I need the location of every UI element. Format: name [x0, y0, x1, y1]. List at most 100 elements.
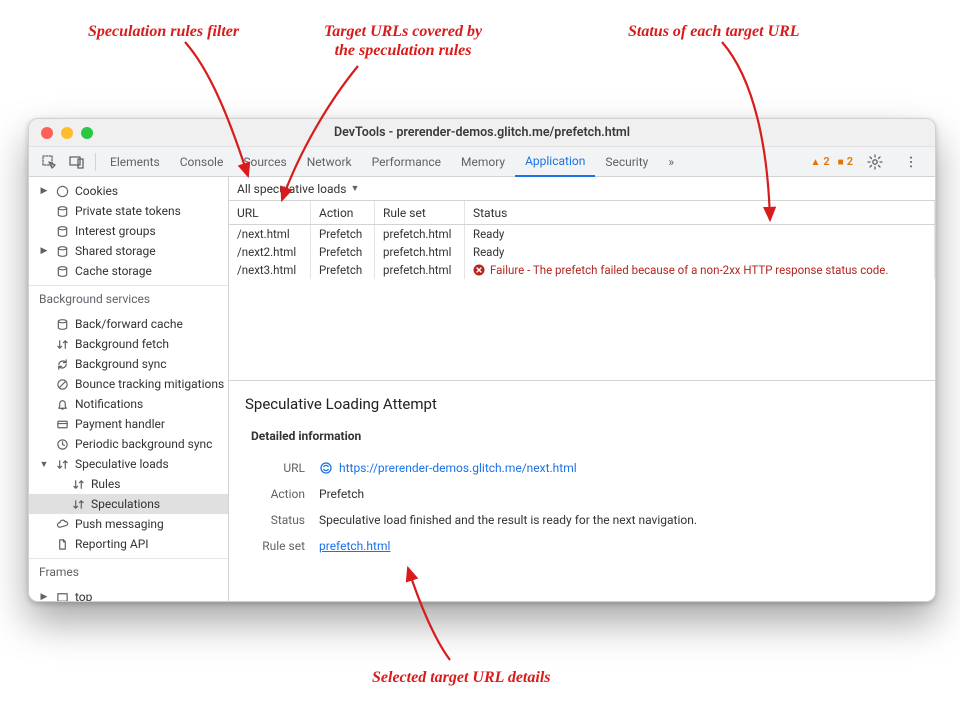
frame-icon [55, 590, 69, 601]
annotation-filter: Speculation rules filter [88, 22, 239, 41]
grid-body: /next.html Prefetch prefetch.html Ready … [229, 225, 935, 381]
tab-sources[interactable]: Sources [233, 147, 296, 177]
cell-ruleset: prefetch.html [375, 243, 465, 261]
sidebar-item-frame-top[interactable]: ▶ top [29, 587, 228, 601]
clock-icon [55, 437, 69, 451]
database-icon [55, 224, 69, 238]
gear-icon[interactable] [866, 153, 884, 171]
sidebar-item-label: Push messaging [75, 517, 164, 531]
warnings-badge-2[interactable]: 2 [838, 155, 853, 168]
sidebar-item-label: top [75, 590, 92, 601]
table-row[interactable]: /next.html Prefetch prefetch.html Ready [229, 225, 935, 243]
cell-url: /next3.html [229, 261, 311, 279]
detail-label: Rule set [251, 539, 305, 553]
document-icon [55, 537, 69, 551]
detail-ruleset-link[interactable]: prefetch.html [319, 539, 390, 553]
cell-ruleset: prefetch.html [375, 261, 465, 279]
cell-status: Ready [465, 225, 935, 243]
detail-pane: Speculative Loading Attempt Detailed inf… [229, 381, 935, 601]
annotation-details: Selected target URL details [372, 668, 550, 687]
error-icon [473, 264, 485, 276]
titlebar: DevTools - prerender-demos.glitch.me/pre… [29, 119, 935, 147]
chevron-down-icon: ▼ [350, 183, 359, 194]
sidebar-item-shared-storage[interactable]: ▶ Shared storage [29, 241, 228, 261]
sidebar-item-bgsync[interactable]: Background sync [29, 354, 228, 374]
sidebar-item-speculative-loads[interactable]: ▼ Speculative loads [29, 454, 228, 474]
sidebar-item-label: Shared storage [75, 244, 156, 258]
tab-security[interactable]: Security [595, 147, 658, 177]
sidebar-item-bounce[interactable]: Bounce tracking mitigations [29, 374, 228, 394]
detail-row-status: Status Speculative load finished and the… [245, 507, 919, 533]
speculations-panel: All speculative loads ▼ URL Action Rule … [229, 177, 935, 601]
sidebar-item-cookies[interactable]: ▶ Cookies [29, 181, 228, 201]
sidebar-item-notifications[interactable]: Notifications [29, 394, 228, 414]
tab-network[interactable]: Network [297, 147, 362, 177]
sidebar-item-bfcache[interactable]: Back/forward cache [29, 314, 228, 334]
sidebar-item-label: Cache storage [75, 264, 152, 278]
tab-more[interactable]: » [658, 147, 684, 177]
col-header-url[interactable]: URL [229, 201, 311, 224]
detail-title: Speculative Loading Attempt [245, 395, 919, 413]
tab-performance[interactable]: Performance [362, 147, 451, 177]
database-icon [55, 204, 69, 218]
cloud-icon [55, 517, 69, 531]
sync-icon [55, 357, 69, 371]
sidebar-item-cache-storage[interactable]: Cache storage [29, 261, 228, 281]
table-row[interactable]: /next2.html Prefetch prefetch.html Ready [229, 243, 935, 261]
transfer-icon [71, 497, 85, 511]
sidebar-item-label: Background sync [75, 357, 167, 371]
transfer-icon [55, 337, 69, 351]
sidebar-item-label: Cookies [75, 184, 118, 198]
window-title: DevTools - prerender-demos.glitch.me/pre… [29, 125, 935, 140]
sidebar-item-label: Rules [91, 477, 120, 491]
inspect-icon[interactable] [40, 153, 58, 171]
warning-square-icon [838, 155, 844, 168]
annotation-targets: Target URLs covered by the speculation r… [324, 22, 482, 60]
sidebar-item-bgfetch[interactable]: Background fetch [29, 334, 228, 354]
cell-status-failure: Failure - The prefetch failed because of… [465, 261, 935, 279]
col-header-ruleset[interactable]: Rule set [375, 201, 465, 224]
transfer-icon [71, 477, 85, 491]
sidebar-item-periodic[interactable]: Periodic background sync [29, 434, 228, 454]
warnings-badge-1[interactable]: 2 [810, 155, 829, 168]
sidebar-item-pst[interactable]: Private state tokens [29, 201, 228, 221]
cell-url: /next.html [229, 225, 311, 243]
detail-label: Status [251, 513, 305, 527]
sidebar-item-payment[interactable]: Payment handler [29, 414, 228, 434]
sidebar-item-reporting[interactable]: Reporting API [29, 534, 228, 554]
panel-body: ▶ Cookies Private state tokens Interest … [29, 177, 935, 601]
col-header-status[interactable]: Status [465, 201, 935, 224]
database-icon [55, 244, 69, 258]
sidebar-item-label: Speculations [91, 497, 160, 511]
sidebar-item-push[interactable]: Push messaging [29, 514, 228, 534]
detail-status-value: Speculative load finished and the result… [319, 513, 697, 527]
sidebar-heading-background: Background services [29, 285, 228, 310]
tab-elements[interactable]: Elements [100, 147, 170, 177]
sidebar-item-interest[interactable]: Interest groups [29, 221, 228, 241]
cell-action: Prefetch [311, 243, 375, 261]
detail-subheading: Detailed information [245, 429, 919, 443]
detail-url-link[interactable]: https://prerender-demos.glitch.me/next.h… [339, 461, 577, 475]
sidebar-item-rules[interactable]: Rules [29, 474, 228, 494]
kebab-icon[interactable] [902, 153, 920, 171]
device-toggle-icon[interactable] [68, 153, 86, 171]
sidebar-item-label: Periodic background sync [75, 437, 212, 451]
table-row[interactable]: /next3.html Prefetch prefetch.html Failu… [229, 261, 935, 279]
col-header-action[interactable]: Action [311, 201, 375, 224]
sidebar-item-label: Back/forward cache [75, 317, 183, 331]
sidebar-item-label: Private state tokens [75, 204, 181, 218]
sidebar-item-speculations[interactable]: Speculations [29, 494, 228, 514]
speculative-loads-filter[interactable]: All speculative loads ▼ [229, 177, 935, 201]
card-icon [55, 417, 69, 431]
sidebar-item-label: Speculative loads [75, 457, 169, 471]
tab-console[interactable]: Console [170, 147, 234, 177]
detail-row-ruleset: Rule set prefetch.html [245, 533, 919, 559]
application-sidebar: ▶ Cookies Private state tokens Interest … [29, 177, 229, 601]
cell-status: Ready [465, 243, 935, 261]
tab-application[interactable]: Application [515, 147, 595, 177]
sidebar-item-label: Interest groups [75, 224, 156, 238]
sidebar-item-label: Background fetch [75, 337, 169, 351]
bounce-icon [55, 377, 69, 391]
tab-memory[interactable]: Memory [451, 147, 515, 177]
transfer-icon [55, 457, 69, 471]
